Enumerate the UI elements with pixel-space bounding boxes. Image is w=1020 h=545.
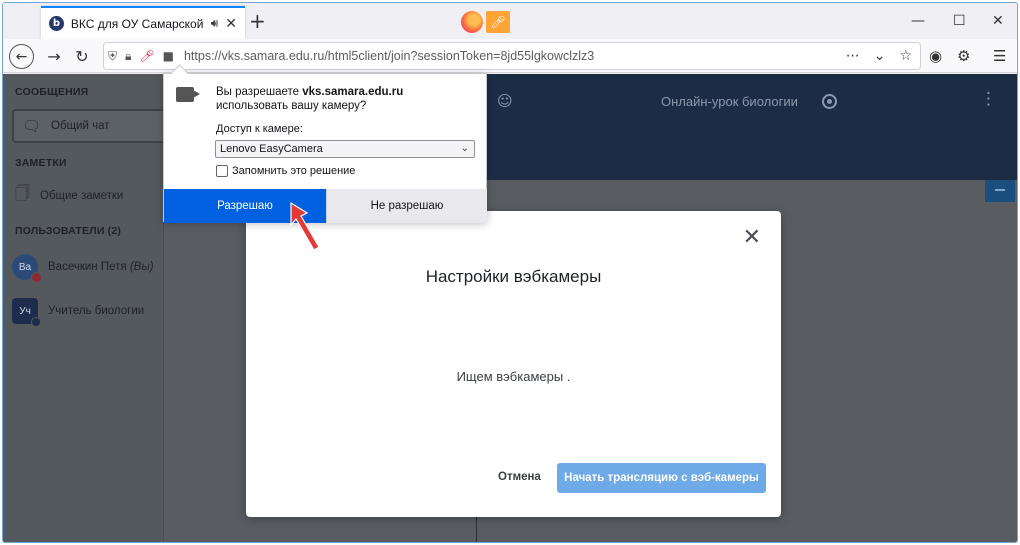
bigbluebutton-favicon-icon: b — [49, 16, 64, 31]
extensions-gear-icon[interactable]: ⚙ — [957, 47, 970, 65]
notes-icon: 🗍︎ — [15, 184, 30, 202]
user-name: Учитель биологии — [48, 305, 145, 317]
camera-icon — [176, 87, 194, 102]
bookmark-star-icon[interactable]: ☆ — [899, 48, 912, 64]
firefox-icon — [461, 11, 483, 33]
close-icon[interactable]: ✕ — [225, 15, 237, 32]
microphone-icon[interactable]: 🎤︎ — [139, 49, 154, 63]
permission-domain: vks.samara.edu.ru — [302, 86, 404, 98]
microphone-indicator-icon[interactable]: 🎤︎ — [486, 11, 510, 33]
minimize-presentation-button[interactable] — [985, 180, 1015, 202]
close-icon[interactable]: ✕ — [743, 227, 761, 249]
browser-tab[interactable]: b ВКС для ОУ Самарской об 🔊︎ ✕ — [41, 6, 245, 39]
camera-icon[interactable]: ■ — [163, 49, 174, 63]
lock-icon[interactable]: 🔒︎ — [125, 49, 131, 64]
checkbox[interactable] — [216, 165, 228, 177]
page-actions-icon[interactable]: ⋯ — [846, 48, 860, 64]
muted-icon — [31, 272, 42, 283]
avatar: Уч — [12, 298, 41, 327]
notes-header: ЗАМЕТКИ — [15, 157, 67, 169]
presenter-icon — [31, 317, 41, 327]
deny-button[interactable]: Не разрешаю — [326, 189, 487, 223]
remember-decision-checkbox[interactable]: Запомнить это решение — [216, 165, 355, 177]
camera-select[interactable]: Lenovo EasyCamera ⌄ — [215, 140, 475, 158]
camera-permission-popup: Вы разрешаете vks.samara.edu.ru использо… — [163, 73, 487, 223]
public-chat-item[interactable]: 🗨︎ Общий чат — [12, 109, 163, 143]
camera-access-label: Доступ к камере: — [216, 123, 303, 135]
messages-header: СООБЩЕНИЯ — [15, 86, 89, 98]
pocket-icon[interactable]: ⌄ — [874, 48, 886, 64]
user-list-sidebar: СООБЩЕНИЯ 🗨︎ Общий чат ЗАМЕТКИ 🗍︎ Общие … — [3, 74, 163, 542]
more-options-icon[interactable]: ⋮ — [980, 90, 997, 108]
menu-icon[interactable]: ☰ — [993, 47, 1006, 65]
shield-icon[interactable]: ⛨ — [108, 49, 117, 64]
searching-status: Ищем вэбкамеры . — [456, 369, 571, 384]
shared-notes-item[interactable]: 🗍︎ Общие заметки — [15, 183, 123, 208]
shared-notes-label: Общие заметки — [40, 189, 124, 202]
back-button[interactable]: ← — [9, 44, 34, 69]
webcam-settings-modal: ✕ Настройки вэбкамеры Ищем вэбкамеры . О… — [246, 211, 781, 517]
user-list-toggle-icon[interactable]: ☺ — [497, 92, 513, 110]
top-bar: ☺ Онлайн-урок биологии ⋮ — [477, 74, 1017, 180]
permission-question: Вы разрешаете vks.samara.edu.ru использо… — [216, 86, 404, 112]
pointer-arrow-icon — [290, 201, 320, 251]
user-item-teacher[interactable]: Уч Учитель биологии — [12, 298, 145, 327]
browser-window: b ВКС для ОУ Самарской об 🔊︎ ✕ + 🎤︎ — ☐ … — [2, 2, 1018, 543]
avatar: Ва — [12, 254, 42, 283]
user-name: Васечкин Петя (Вы) — [48, 261, 154, 273]
reload-button[interactable]: ↻ — [69, 43, 95, 69]
minimize-button[interactable]: — — [911, 13, 925, 29]
navigation-bar: ← → ↻ ⛨ 🔒︎ 🎤︎ ■ https://vks.samara.edu.r… — [3, 39, 1017, 73]
start-webcam-button[interactable]: Начать трансляцию с вэб-камеры — [557, 463, 766, 493]
meeting-title: Онлайн-урок биологии — [661, 94, 798, 109]
speaker-icon[interactable]: 🔊︎ — [211, 16, 219, 31]
modal-title: Настройки вэбкамеры — [425, 267, 602, 286]
url-text[interactable]: https://vks.samara.edu.ru/html5client/jo… — [184, 49, 594, 63]
chat-icon: 🗨︎ — [22, 117, 42, 135]
public-chat-label: Общий чат — [51, 120, 110, 132]
address-bar[interactable]: ⛨ 🔒︎ 🎤︎ ■ https://vks.samara.edu.ru/html… — [103, 42, 921, 70]
chevron-down-icon: ⌄ — [460, 143, 469, 154]
close-window-button[interactable]: ✕ — [992, 13, 1004, 29]
user-item-self[interactable]: Ва Васечкин Петя (Вы) — [12, 254, 154, 283]
record-icon[interactable] — [822, 94, 837, 109]
forward-button[interactable]: → — [41, 43, 67, 69]
tab-title: ВКС для ОУ Самарской об — [70, 16, 204, 31]
tab-strip: b ВКС для ОУ Самарской об 🔊︎ ✕ + 🎤︎ — ☐ … — [3, 3, 1017, 39]
new-tab-button[interactable]: + — [249, 11, 266, 31]
users-header: ПОЛЬЗОВАТЕЛИ (2) — [15, 225, 122, 237]
maximize-button[interactable]: ☐ — [953, 13, 966, 29]
account-icon[interactable]: ◉ — [929, 47, 942, 65]
cancel-button[interactable]: Отмена — [498, 471, 541, 483]
